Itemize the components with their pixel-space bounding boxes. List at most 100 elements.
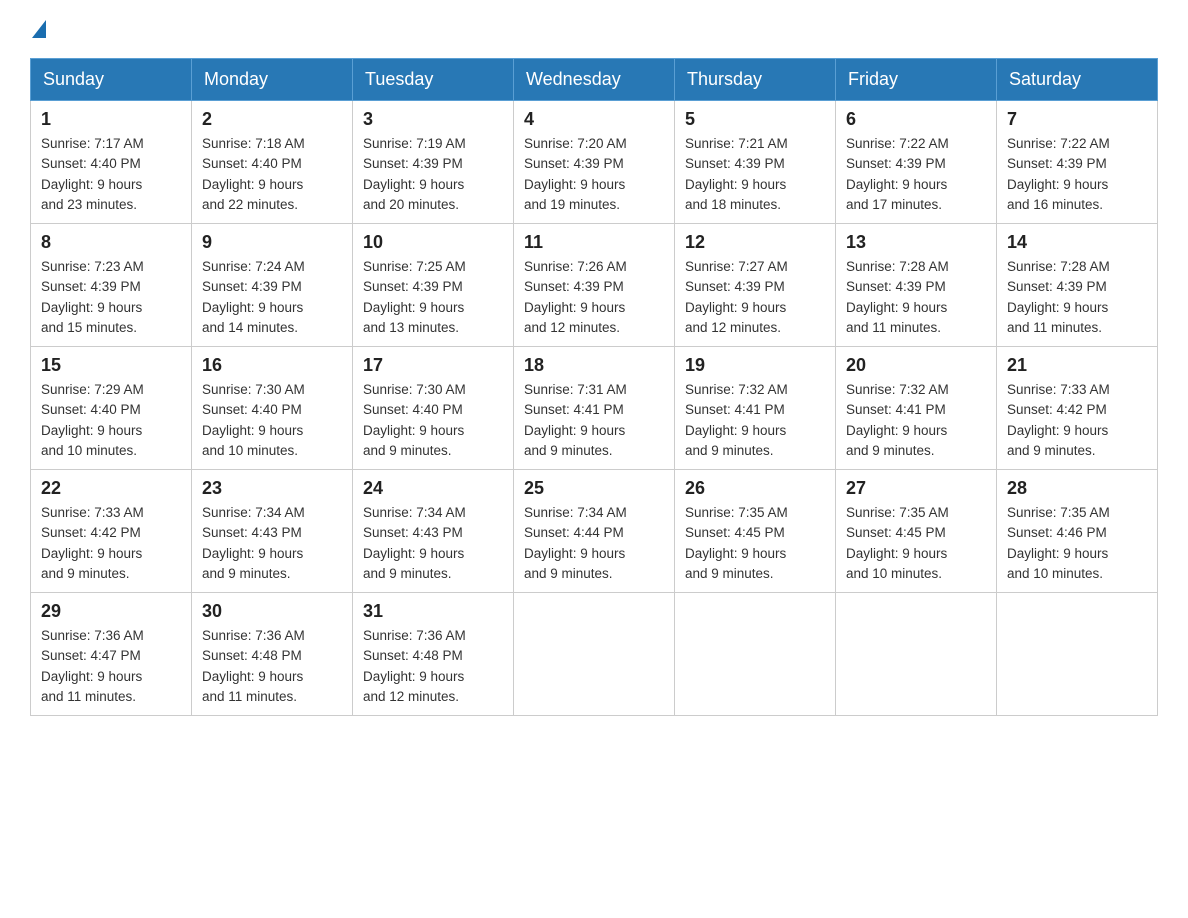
day-info: Sunrise: 7:35 AMSunset: 4:45 PMDaylight:…: [846, 503, 986, 584]
day-number: 7: [1007, 109, 1147, 130]
day-info: Sunrise: 7:20 AMSunset: 4:39 PMDaylight:…: [524, 134, 664, 215]
day-number: 2: [202, 109, 342, 130]
calendar-header-row: SundayMondayTuesdayWednesdayThursdayFrid…: [31, 59, 1158, 101]
col-header-friday: Friday: [836, 59, 997, 101]
day-number: 10: [363, 232, 503, 253]
calendar-cell: 28 Sunrise: 7:35 AMSunset: 4:46 PMDayligh…: [997, 470, 1158, 593]
day-info: Sunrise: 7:21 AMSunset: 4:39 PMDaylight:…: [685, 134, 825, 215]
day-number: 22: [41, 478, 181, 499]
calendar-cell: 15 Sunrise: 7:29 AMSunset: 4:40 PMDayligh…: [31, 347, 192, 470]
day-info: Sunrise: 7:33 AMSunset: 4:42 PMDaylight:…: [41, 503, 181, 584]
day-info: Sunrise: 7:35 AMSunset: 4:46 PMDaylight:…: [1007, 503, 1147, 584]
calendar-cell: 16 Sunrise: 7:30 AMSunset: 4:40 PMDayligh…: [192, 347, 353, 470]
day-info: Sunrise: 7:33 AMSunset: 4:42 PMDaylight:…: [1007, 380, 1147, 461]
day-info: Sunrise: 7:29 AMSunset: 4:40 PMDaylight:…: [41, 380, 181, 461]
calendar-cell: 31 Sunrise: 7:36 AMSunset: 4:48 PMDayligh…: [353, 593, 514, 716]
calendar-cell: 5 Sunrise: 7:21 AMSunset: 4:39 PMDaylight…: [675, 101, 836, 224]
day-number: 17: [363, 355, 503, 376]
day-number: 9: [202, 232, 342, 253]
day-number: 8: [41, 232, 181, 253]
calendar-cell: 3Sunrise: 7:19 AMSunset: 4:39 PMDaylight…: [353, 101, 514, 224]
col-header-sunday: Sunday: [31, 59, 192, 101]
day-number: 30: [202, 601, 342, 622]
calendar-cell: 22 Sunrise: 7:33 AMSunset: 4:42 PMDayligh…: [31, 470, 192, 593]
day-info: Sunrise: 7:22 AMSunset: 4:39 PMDaylight:…: [846, 134, 986, 215]
calendar-cell: [514, 593, 675, 716]
week-row-2: 8 Sunrise: 7:23 AMSunset: 4:39 PMDaylight…: [31, 224, 1158, 347]
calendar-cell: 24Sunrise: 7:34 AMSunset: 4:43 PMDayligh…: [353, 470, 514, 593]
day-info: Sunrise: 7:32 AMSunset: 4:41 PMDaylight:…: [685, 380, 825, 461]
day-number: 26: [685, 478, 825, 499]
day-info: Sunrise: 7:17 AMSunset: 4:40 PMDaylight:…: [41, 134, 181, 215]
week-row-4: 22 Sunrise: 7:33 AMSunset: 4:42 PMDayligh…: [31, 470, 1158, 593]
calendar-cell: 25Sunrise: 7:34 AMSunset: 4:44 PMDayligh…: [514, 470, 675, 593]
day-info: Sunrise: 7:36 AMSunset: 4:48 PMDaylight:…: [363, 626, 503, 707]
week-row-3: 15 Sunrise: 7:29 AMSunset: 4:40 PMDayligh…: [31, 347, 1158, 470]
calendar-cell: 4 Sunrise: 7:20 AMSunset: 4:39 PMDaylight…: [514, 101, 675, 224]
day-info: Sunrise: 7:26 AMSunset: 4:39 PMDaylight:…: [524, 257, 664, 338]
day-info: Sunrise: 7:27 AMSunset: 4:39 PMDaylight:…: [685, 257, 825, 338]
calendar-cell: 19 Sunrise: 7:32 AMSunset: 4:41 PMDayligh…: [675, 347, 836, 470]
day-info: Sunrise: 7:28 AMSunset: 4:39 PMDaylight:…: [846, 257, 986, 338]
day-number: 27: [846, 478, 986, 499]
col-header-tuesday: Tuesday: [353, 59, 514, 101]
day-number: 18: [524, 355, 664, 376]
col-header-thursday: Thursday: [675, 59, 836, 101]
calendar-cell: 27 Sunrise: 7:35 AMSunset: 4:45 PMDayligh…: [836, 470, 997, 593]
day-info: Sunrise: 7:19 AMSunset: 4:39 PMDaylight:…: [363, 134, 503, 215]
day-number: 28: [1007, 478, 1147, 499]
calendar-cell: 21Sunrise: 7:33 AMSunset: 4:42 PMDayligh…: [997, 347, 1158, 470]
calendar-cell: 2 Sunrise: 7:18 AMSunset: 4:40 PMDaylight…: [192, 101, 353, 224]
calendar-cell: 8 Sunrise: 7:23 AMSunset: 4:39 PMDaylight…: [31, 224, 192, 347]
day-info: Sunrise: 7:36 AMSunset: 4:48 PMDaylight:…: [202, 626, 342, 707]
day-info: Sunrise: 7:32 AMSunset: 4:41 PMDaylight:…: [846, 380, 986, 461]
day-number: 4: [524, 109, 664, 130]
calendar-cell: 29Sunrise: 7:36 AMSunset: 4:47 PMDayligh…: [31, 593, 192, 716]
day-info: Sunrise: 7:34 AMSunset: 4:43 PMDaylight:…: [202, 503, 342, 584]
day-number: 24: [363, 478, 503, 499]
calendar-cell: [836, 593, 997, 716]
calendar-cell: 12 Sunrise: 7:27 AMSunset: 4:39 PMDayligh…: [675, 224, 836, 347]
col-header-monday: Monday: [192, 59, 353, 101]
page-header: [30, 20, 1158, 38]
calendar-cell: 9Sunrise: 7:24 AMSunset: 4:39 PMDaylight…: [192, 224, 353, 347]
calendar-cell: 6 Sunrise: 7:22 AMSunset: 4:39 PMDaylight…: [836, 101, 997, 224]
day-number: 25: [524, 478, 664, 499]
day-number: 15: [41, 355, 181, 376]
day-number: 12: [685, 232, 825, 253]
day-info: Sunrise: 7:30 AMSunset: 4:40 PMDaylight:…: [202, 380, 342, 461]
calendar-cell: 14 Sunrise: 7:28 AMSunset: 4:39 PMDayligh…: [997, 224, 1158, 347]
day-info: Sunrise: 7:25 AMSunset: 4:39 PMDaylight:…: [363, 257, 503, 338]
calendar-cell: 10 Sunrise: 7:25 AMSunset: 4:39 PMDayligh…: [353, 224, 514, 347]
day-info: Sunrise: 7:35 AMSunset: 4:45 PMDaylight:…: [685, 503, 825, 584]
calendar-cell: 17 Sunrise: 7:30 AMSunset: 4:40 PMDayligh…: [353, 347, 514, 470]
week-row-1: 1 Sunrise: 7:17 AMSunset: 4:40 PMDaylight…: [31, 101, 1158, 224]
day-number: 16: [202, 355, 342, 376]
day-info: Sunrise: 7:31 AMSunset: 4:41 PMDaylight:…: [524, 380, 664, 461]
day-number: 19: [685, 355, 825, 376]
day-number: 1: [41, 109, 181, 130]
calendar-cell: 1 Sunrise: 7:17 AMSunset: 4:40 PMDaylight…: [31, 101, 192, 224]
day-number: 11: [524, 232, 664, 253]
day-number: 14: [1007, 232, 1147, 253]
calendar-cell: 30 Sunrise: 7:36 AMSunset: 4:48 PMDayligh…: [192, 593, 353, 716]
day-info: Sunrise: 7:30 AMSunset: 4:40 PMDaylight:…: [363, 380, 503, 461]
week-row-5: 29Sunrise: 7:36 AMSunset: 4:47 PMDayligh…: [31, 593, 1158, 716]
col-header-wednesday: Wednesday: [514, 59, 675, 101]
calendar-cell: 26 Sunrise: 7:35 AMSunset: 4:45 PMDayligh…: [675, 470, 836, 593]
logo-triangle-icon: [32, 20, 46, 38]
day-info: Sunrise: 7:22 AMSunset: 4:39 PMDaylight:…: [1007, 134, 1147, 215]
calendar-cell: 7 Sunrise: 7:22 AMSunset: 4:39 PMDaylight…: [997, 101, 1158, 224]
day-info: Sunrise: 7:18 AMSunset: 4:40 PMDaylight:…: [202, 134, 342, 215]
day-info: Sunrise: 7:28 AMSunset: 4:39 PMDaylight:…: [1007, 257, 1147, 338]
calendar-cell: 13 Sunrise: 7:28 AMSunset: 4:39 PMDayligh…: [836, 224, 997, 347]
calendar-cell: [997, 593, 1158, 716]
day-info: Sunrise: 7:23 AMSunset: 4:39 PMDaylight:…: [41, 257, 181, 338]
day-number: 5: [685, 109, 825, 130]
calendar-cell: 23Sunrise: 7:34 AMSunset: 4:43 PMDayligh…: [192, 470, 353, 593]
day-number: 20: [846, 355, 986, 376]
day-number: 31: [363, 601, 503, 622]
day-number: 13: [846, 232, 986, 253]
col-header-saturday: Saturday: [997, 59, 1158, 101]
day-number: 6: [846, 109, 986, 130]
